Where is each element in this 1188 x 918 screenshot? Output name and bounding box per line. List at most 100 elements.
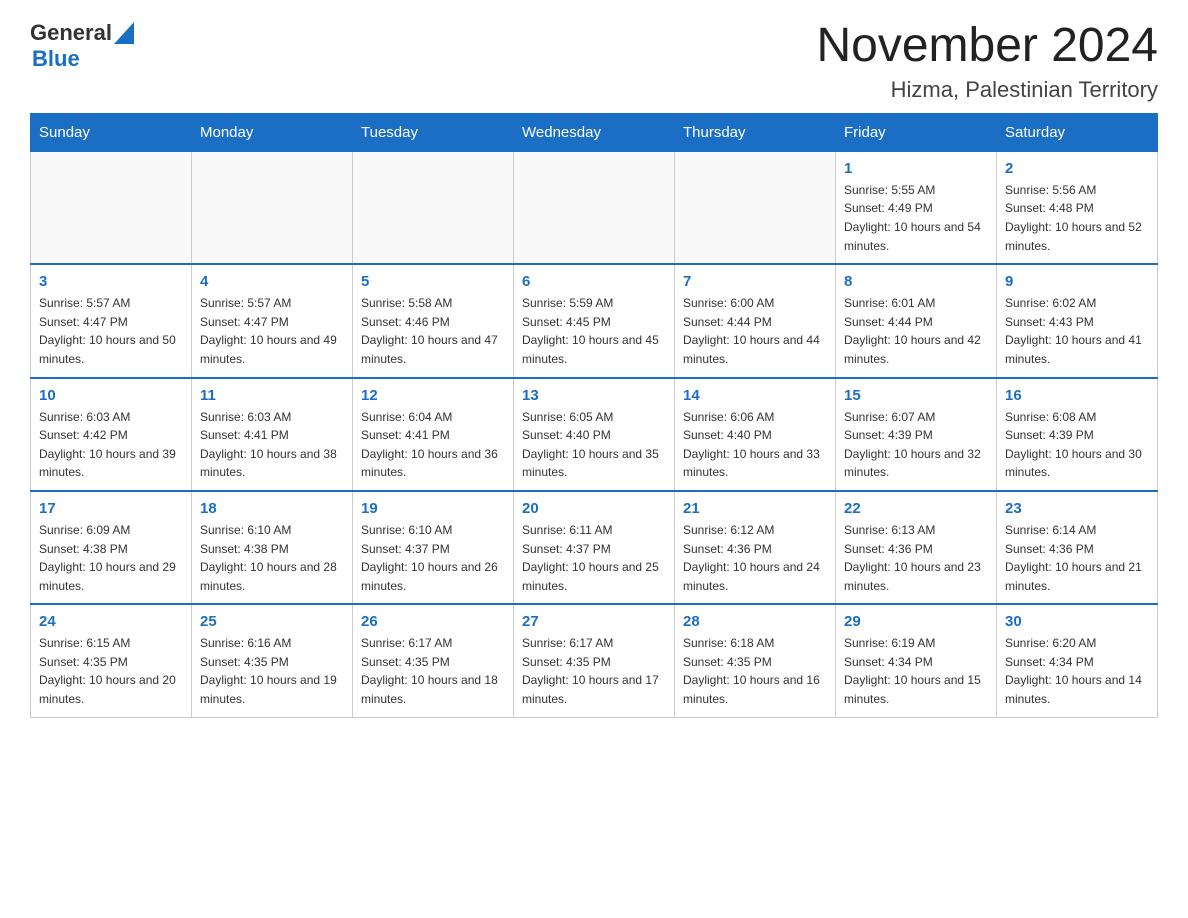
calendar-cell: 23 Sunrise: 6:14 AM Sunset: 4:36 PM Dayli… (997, 491, 1158, 604)
day-info: Sunrise: 6:19 AM Sunset: 4:34 PM Dayligh… (844, 634, 988, 708)
calendar-cell: 21Sunrise: 6:12 AM Sunset: 4:36 PM Dayli… (675, 491, 836, 604)
day-number: 19 (361, 500, 505, 517)
logo-general-text: General (30, 20, 112, 46)
calendar-cell: 6Sunrise: 5:59 AM Sunset: 4:45 PM Daylig… (514, 264, 675, 377)
day-info: Sunrise: 6:02 AM Sunset: 4:43 PM Dayligh… (1005, 294, 1149, 368)
day-number: 13 (522, 387, 666, 404)
calendar-header-saturday: Saturday (997, 113, 1158, 151)
page-header: General Blue November 2024 Hizma, Palest… (30, 20, 1158, 103)
calendar-cell: 8Sunrise: 6:01 AM Sunset: 4:44 PM Daylig… (836, 264, 997, 377)
calendar-cell: 4 Sunrise: 5:57 AM Sunset: 4:47 PM Daylig… (192, 264, 353, 377)
day-info: Sunrise: 5:55 AM Sunset: 4:49 PM Dayligh… (844, 181, 988, 255)
calendar-week-row: 17 Sunrise: 6:09 AM Sunset: 4:38 PM Dayli… (31, 491, 1158, 604)
calendar-cell: 1Sunrise: 5:55 AM Sunset: 4:49 PM Daylig… (836, 151, 997, 264)
day-number: 24 (39, 613, 183, 630)
day-info: Sunrise: 6:14 AM Sunset: 4:36 PM Dayligh… (1005, 521, 1149, 595)
calendar-week-row: 3 Sunrise: 5:57 AM Sunset: 4:47 PM Daylig… (31, 264, 1158, 377)
day-info: Sunrise: 6:10 AM Sunset: 4:37 PM Dayligh… (361, 521, 505, 595)
calendar-header-wednesday: Wednesday (514, 113, 675, 151)
day-info: Sunrise: 6:05 AM Sunset: 4:40 PM Dayligh… (522, 408, 666, 482)
calendar-week-row: 24 Sunrise: 6:15 AM Sunset: 4:35 PM Dayli… (31, 604, 1158, 717)
calendar-cell: 30 Sunrise: 6:20 AM Sunset: 4:34 PM Dayli… (997, 604, 1158, 717)
calendar-cell: 5Sunrise: 5:58 AM Sunset: 4:46 PM Daylig… (353, 264, 514, 377)
calendar-cell (31, 151, 192, 264)
day-number: 5 (361, 273, 505, 290)
day-info: Sunrise: 6:20 AM Sunset: 4:34 PM Dayligh… (1005, 634, 1149, 708)
calendar-week-row: 1Sunrise: 5:55 AM Sunset: 4:49 PM Daylig… (31, 151, 1158, 264)
location-title: Hizma, Palestinian Territory (816, 77, 1158, 103)
calendar-cell: 27 Sunrise: 6:17 AM Sunset: 4:35 PM Dayli… (514, 604, 675, 717)
day-info: Sunrise: 6:15 AM Sunset: 4:35 PM Dayligh… (39, 634, 183, 708)
day-info: Sunrise: 6:06 AM Sunset: 4:40 PM Dayligh… (683, 408, 827, 482)
day-number: 20 (522, 500, 666, 517)
day-number: 26 (361, 613, 505, 630)
day-info: Sunrise: 6:12 AM Sunset: 4:36 PM Dayligh… (683, 521, 827, 595)
calendar-cell (675, 151, 836, 264)
calendar-header-sunday: Sunday (31, 113, 192, 151)
day-info: Sunrise: 6:01 AM Sunset: 4:44 PM Dayligh… (844, 294, 988, 368)
calendar-cell: 14 Sunrise: 6:06 AM Sunset: 4:40 PM Dayli… (675, 378, 836, 491)
calendar-cell: 22 Sunrise: 6:13 AM Sunset: 4:36 PM Dayli… (836, 491, 997, 604)
calendar-cell: 12 Sunrise: 6:04 AM Sunset: 4:41 PM Dayli… (353, 378, 514, 491)
calendar-header-monday: Monday (192, 113, 353, 151)
calendar-cell: 28Sunrise: 6:18 AM Sunset: 4:35 PM Dayli… (675, 604, 836, 717)
day-info: Sunrise: 6:03 AM Sunset: 4:41 PM Dayligh… (200, 408, 344, 482)
calendar-table: SundayMondayTuesdayWednesdayThursdayFrid… (30, 113, 1158, 718)
day-number: 16 (1005, 387, 1149, 404)
day-number: 14 (683, 387, 827, 404)
calendar-cell (353, 151, 514, 264)
calendar-cell (192, 151, 353, 264)
day-number: 9 (1005, 273, 1149, 290)
calendar-cell: 2 Sunrise: 5:56 AM Sunset: 4:48 PM Daylig… (997, 151, 1158, 264)
day-number: 2 (1005, 160, 1149, 177)
day-number: 18 (200, 500, 344, 517)
day-info: Sunrise: 5:59 AM Sunset: 4:45 PM Dayligh… (522, 294, 666, 368)
day-number: 10 (39, 387, 183, 404)
day-info: Sunrise: 6:17 AM Sunset: 4:35 PM Dayligh… (361, 634, 505, 708)
calendar-cell: 17 Sunrise: 6:09 AM Sunset: 4:38 PM Dayli… (31, 491, 192, 604)
calendar-cell: 3 Sunrise: 5:57 AM Sunset: 4:47 PM Daylig… (31, 264, 192, 377)
day-info: Sunrise: 6:03 AM Sunset: 4:42 PM Dayligh… (39, 408, 183, 482)
calendar-cell: 9 Sunrise: 6:02 AM Sunset: 4:43 PM Daylig… (997, 264, 1158, 377)
day-number: 27 (522, 613, 666, 630)
calendar-cell: 15Sunrise: 6:07 AM Sunset: 4:39 PM Dayli… (836, 378, 997, 491)
calendar-header-row: SundayMondayTuesdayWednesdayThursdayFrid… (31, 113, 1158, 151)
logo-blue-text: Blue (32, 46, 80, 72)
day-info: Sunrise: 6:10 AM Sunset: 4:38 PM Dayligh… (200, 521, 344, 595)
day-info: Sunrise: 6:09 AM Sunset: 4:38 PM Dayligh… (39, 521, 183, 595)
calendar-cell: 18 Sunrise: 6:10 AM Sunset: 4:38 PM Dayli… (192, 491, 353, 604)
day-info: Sunrise: 6:11 AM Sunset: 4:37 PM Dayligh… (522, 521, 666, 595)
day-number: 11 (200, 387, 344, 404)
day-number: 4 (200, 273, 344, 290)
calendar-cell: 7Sunrise: 6:00 AM Sunset: 4:44 PM Daylig… (675, 264, 836, 377)
day-info: Sunrise: 6:08 AM Sunset: 4:39 PM Dayligh… (1005, 408, 1149, 482)
day-info: Sunrise: 6:16 AM Sunset: 4:35 PM Dayligh… (200, 634, 344, 708)
calendar-cell: 16 Sunrise: 6:08 AM Sunset: 4:39 PM Dayli… (997, 378, 1158, 491)
day-info: Sunrise: 6:13 AM Sunset: 4:36 PM Dayligh… (844, 521, 988, 595)
calendar-cell: 11 Sunrise: 6:03 AM Sunset: 4:41 PM Dayli… (192, 378, 353, 491)
day-number: 22 (844, 500, 988, 517)
calendar-header-thursday: Thursday (675, 113, 836, 151)
day-info: Sunrise: 5:57 AM Sunset: 4:47 PM Dayligh… (200, 294, 344, 368)
day-number: 30 (1005, 613, 1149, 630)
day-info: Sunrise: 5:56 AM Sunset: 4:48 PM Dayligh… (1005, 181, 1149, 255)
day-info: Sunrise: 5:57 AM Sunset: 4:47 PM Dayligh… (39, 294, 183, 368)
calendar-cell: 24 Sunrise: 6:15 AM Sunset: 4:35 PM Dayli… (31, 604, 192, 717)
day-number: 12 (361, 387, 505, 404)
day-info: Sunrise: 6:07 AM Sunset: 4:39 PM Dayligh… (844, 408, 988, 482)
day-info: Sunrise: 6:04 AM Sunset: 4:41 PM Dayligh… (361, 408, 505, 482)
calendar-cell: 10 Sunrise: 6:03 AM Sunset: 4:42 PM Dayli… (31, 378, 192, 491)
calendar-cell: 26 Sunrise: 6:17 AM Sunset: 4:35 PM Dayli… (353, 604, 514, 717)
calendar-week-row: 10 Sunrise: 6:03 AM Sunset: 4:42 PM Dayli… (31, 378, 1158, 491)
calendar-cell (514, 151, 675, 264)
day-number: 17 (39, 500, 183, 517)
title-block: November 2024 Hizma, Palestinian Territo… (816, 20, 1158, 103)
day-number: 25 (200, 613, 344, 630)
calendar-header-friday: Friday (836, 113, 997, 151)
day-info: Sunrise: 6:17 AM Sunset: 4:35 PM Dayligh… (522, 634, 666, 708)
day-number: 3 (39, 273, 183, 290)
day-number: 23 (1005, 500, 1149, 517)
calendar-cell: 13 Sunrise: 6:05 AM Sunset: 4:40 PM Dayli… (514, 378, 675, 491)
day-number: 7 (683, 273, 827, 290)
calendar-cell: 25 Sunrise: 6:16 AM Sunset: 4:35 PM Dayli… (192, 604, 353, 717)
